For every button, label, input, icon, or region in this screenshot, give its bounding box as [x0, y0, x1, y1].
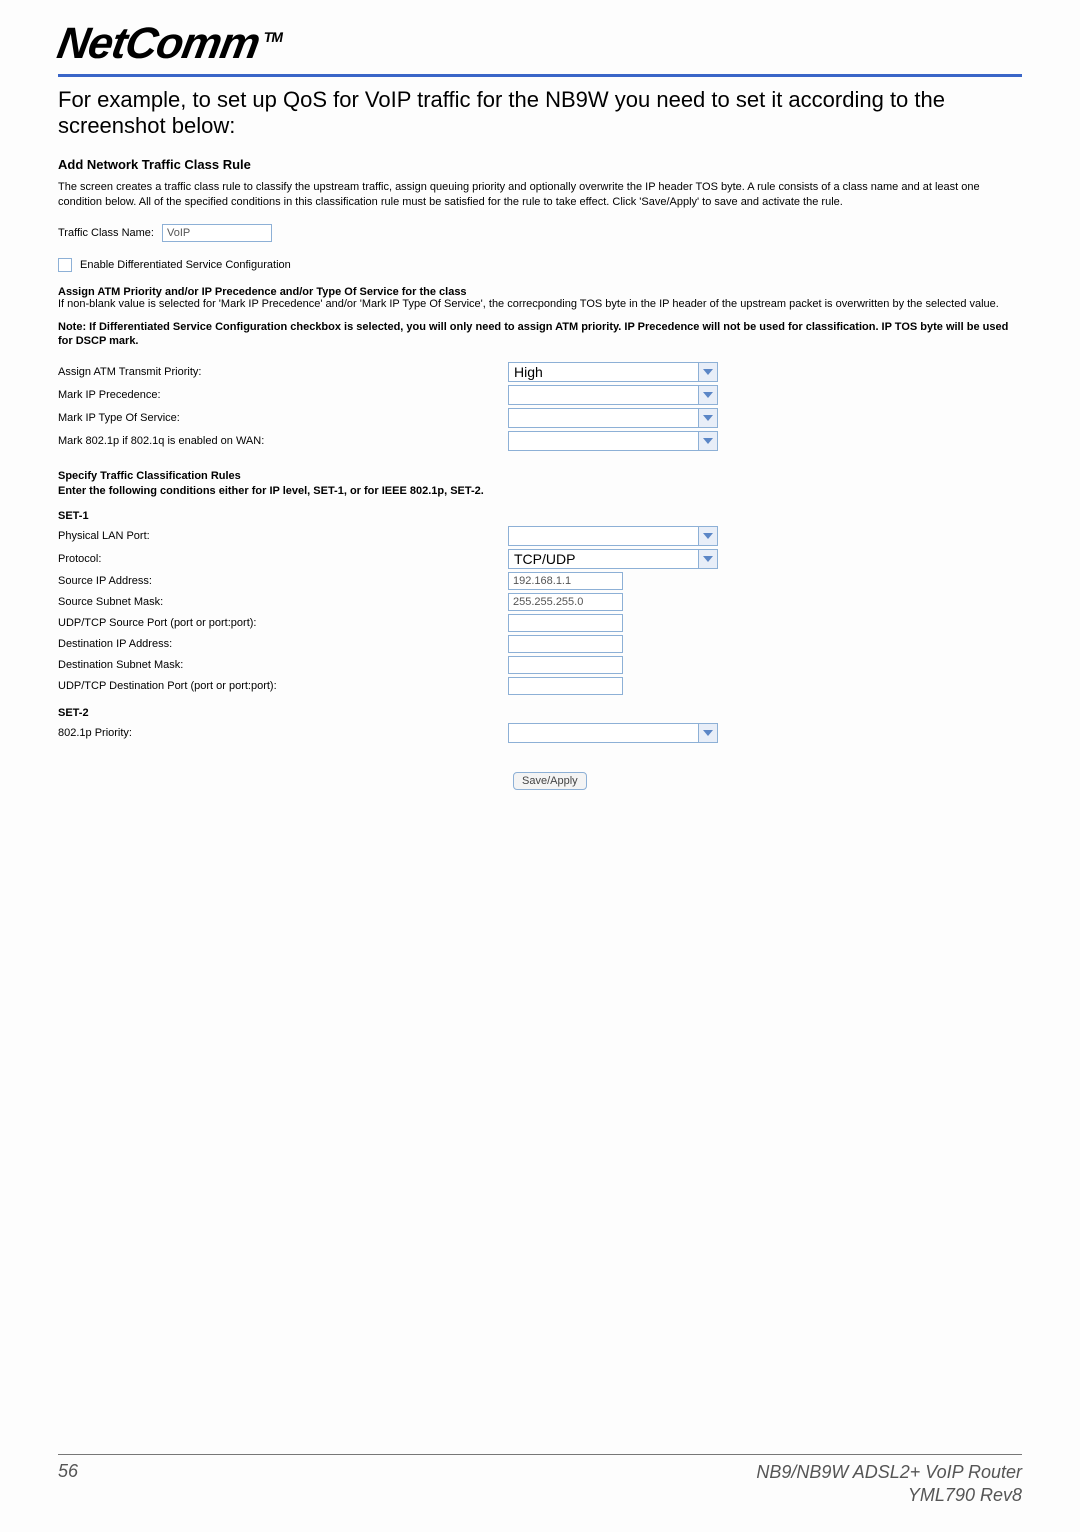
- src-port-input[interactable]: [508, 614, 623, 632]
- src-mask-label: Source Subnet Mask:: [58, 596, 508, 608]
- footer-doc: YML790 Rev8: [756, 1484, 1022, 1507]
- src-ip-label: Source IP Address:: [58, 575, 508, 587]
- traffic-class-label: Traffic Class Name:: [58, 227, 154, 239]
- dst-port-input[interactable]: [508, 677, 623, 695]
- traffic-class-input[interactable]: [162, 224, 272, 242]
- src-port-label: UDP/TCP Source Port (port or port:port):: [58, 617, 508, 629]
- dst-ip-label: Destination IP Address:: [58, 638, 508, 650]
- lan-port-label: Physical LAN Port:: [58, 530, 508, 542]
- 8021p-priority-select[interactable]: [508, 723, 718, 743]
- enable-dsc-label: Enable Differentiated Service Configurat…: [80, 259, 291, 271]
- note-text: Note: If Differentiated Service Configur…: [58, 320, 1022, 349]
- enable-dsc-row: Enable Differentiated Service Configurat…: [58, 258, 1022, 272]
- save-apply-button[interactable]: Save/Apply: [513, 772, 587, 790]
- mark-8021p-label: Mark 802.1p if 802.1q is enabled on WAN:: [58, 435, 508, 447]
- assign-title: Assign ATM Priority and/or IP Precedence…: [58, 286, 467, 298]
- protocol-label: Protocol:: [58, 553, 508, 565]
- set1-grid: Physical LAN Port: Protocol: TCP/UDP Sou…: [58, 526, 1022, 695]
- enable-dsc-checkbox[interactable]: [58, 258, 72, 272]
- atm-priority-label: Assign ATM Transmit Priority:: [58, 366, 508, 378]
- chevron-down-icon: [698, 432, 717, 450]
- dst-port-label: UDP/TCP Destination Port (port or port:p…: [58, 680, 508, 692]
- set1-title: SET-1: [58, 510, 1022, 522]
- set2-title: SET-2: [58, 707, 1022, 719]
- footer-product: NB9/NB9W ADSL2+ VoIP Router: [756, 1461, 1022, 1484]
- footer-page-number: 56: [58, 1461, 78, 1506]
- src-mask-input[interactable]: [508, 593, 623, 611]
- add-rule-title: Add Network Traffic Class Rule: [58, 157, 1022, 172]
- 8021p-priority-label: 802.1p Priority:: [58, 727, 508, 739]
- chevron-down-icon: [698, 409, 717, 427]
- chevron-down-icon: [698, 363, 717, 381]
- brand-name: NetComm: [54, 19, 263, 68]
- classify-title: Specify Traffic Classification Rules: [58, 470, 241, 482]
- priority-grid: Assign ATM Transmit Priority: High Mark …: [58, 362, 1022, 451]
- ip-precedence-select[interactable]: [508, 385, 718, 405]
- assign-text: If non-blank value is selected for 'Mark…: [58, 298, 999, 310]
- mark-8021p-select[interactable]: [508, 431, 718, 451]
- chevron-down-icon: [698, 527, 717, 545]
- brand-tm: TM: [263, 29, 284, 45]
- dst-mask-label: Destination Subnet Mask:: [58, 659, 508, 671]
- atm-priority-value: High: [514, 364, 698, 380]
- chevron-down-icon: [698, 724, 717, 742]
- protocol-select[interactable]: TCP/UDP: [508, 549, 718, 569]
- ip-precedence-label: Mark IP Precedence:: [58, 389, 508, 401]
- ip-tos-label: Mark IP Type Of Service:: [58, 412, 508, 424]
- intro-text: For example, to set up QoS for VoIP traf…: [58, 87, 1022, 139]
- atm-priority-select[interactable]: High: [508, 362, 718, 382]
- brand-divider: [58, 74, 1022, 77]
- ip-tos-select[interactable]: [508, 408, 718, 428]
- protocol-value: TCP/UDP: [514, 551, 698, 567]
- traffic-class-row: Traffic Class Name:: [58, 224, 1022, 242]
- set2-grid: 802.1p Priority:: [58, 723, 1022, 743]
- button-row: Save/Apply: [58, 771, 1022, 790]
- chevron-down-icon: [698, 386, 717, 404]
- chevron-down-icon: [698, 550, 717, 568]
- dst-mask-input[interactable]: [508, 656, 623, 674]
- src-ip-input[interactable]: [508, 572, 623, 590]
- brand-logo: NetCommTM: [58, 22, 1022, 66]
- page-footer: 56 NB9/NB9W ADSL2+ VoIP Router YML790 Re…: [58, 1454, 1022, 1506]
- dst-ip-input[interactable]: [508, 635, 623, 653]
- add-rule-text: The screen creates a traffic class rule …: [58, 180, 1022, 210]
- classify-sub: Enter the following conditions either fo…: [58, 485, 484, 497]
- lan-port-select[interactable]: [508, 526, 718, 546]
